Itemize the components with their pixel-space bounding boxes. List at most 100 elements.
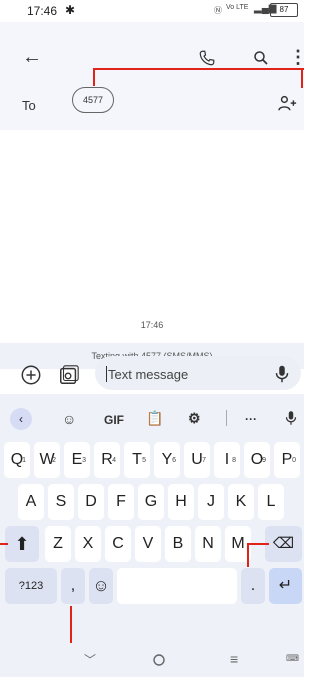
key-hint: 6 xyxy=(172,457,176,464)
backspace-key-icon[interactable]: ⌫ xyxy=(265,526,302,562)
clipboard-icon[interactable]: 📋 xyxy=(146,410,163,427)
key-label: Z xyxy=(53,535,63,552)
key-o[interactable]: O9 xyxy=(244,442,270,478)
to-label: To xyxy=(22,98,36,113)
keyboard-settings-icon[interactable]: ⚙ xyxy=(188,410,201,427)
key-label: L xyxy=(266,493,276,510)
keyboard-row-2: A S D F GH J K L xyxy=(0,484,304,520)
key-label: C xyxy=(112,535,124,552)
nav-home-icon[interactable] xyxy=(153,654,165,666)
enter-key-icon[interactable]: ↵ xyxy=(269,568,302,604)
nav-recents-icon[interactable]: ≡ xyxy=(230,651,238,667)
recipient-chip[interactable]: 4577 xyxy=(72,87,114,113)
key-k[interactable]: K xyxy=(228,484,254,520)
key-hint: 3 xyxy=(82,457,86,464)
keyboard-collapse-icon[interactable]: ‹ xyxy=(10,408,32,430)
key-e[interactable]: E3 xyxy=(64,442,90,478)
key-y[interactable]: Y6 xyxy=(154,442,180,478)
add-contact-icon[interactable] xyxy=(277,95,299,113)
message-timestamp: 17:46 xyxy=(140,320,164,330)
key-a[interactable]: A xyxy=(18,484,44,520)
key-s[interactable]: S xyxy=(48,484,74,520)
add-attachment-icon[interactable] xyxy=(20,364,42,386)
emoji-key-icon[interactable]: ☺ xyxy=(89,568,113,604)
key-label: B xyxy=(172,535,184,552)
key-x[interactable]: X xyxy=(75,526,101,562)
search-icon[interactable] xyxy=(252,49,270,67)
key-n[interactable]: N xyxy=(195,526,221,562)
navigation-bar xyxy=(0,643,304,677)
callout-line-chip xyxy=(93,68,95,86)
key-p[interactable]: P0 xyxy=(274,442,300,478)
key-q[interactable]: Q1 xyxy=(4,442,30,478)
key-g[interactable]: G xyxy=(138,484,164,520)
key-hint: 4 xyxy=(112,457,116,464)
message-placeholder: Text message xyxy=(108,367,189,382)
space-key[interactable] xyxy=(117,568,237,604)
key-hint: 0 xyxy=(292,457,296,464)
key-hint: 8 xyxy=(232,457,236,464)
key-h[interactable]: H xyxy=(168,484,194,520)
key-hint: 2 xyxy=(52,457,56,464)
keyboard-mic-icon[interactable] xyxy=(282,408,300,428)
key-v[interactable]: V xyxy=(135,526,161,562)
key-label: N xyxy=(202,535,214,552)
key-z[interactable]: Z xyxy=(45,526,71,562)
key-c[interactable]: C xyxy=(105,526,131,562)
key-label: A xyxy=(25,493,37,510)
callout-period-horizontal xyxy=(247,543,269,545)
key-t[interactable]: T5 xyxy=(124,442,150,478)
back-arrow-icon[interactable]: ← xyxy=(22,46,42,69)
key-u[interactable]: U7 xyxy=(184,442,210,478)
key-label: E xyxy=(71,451,83,468)
key-label: J xyxy=(207,493,215,510)
key-label: I xyxy=(224,451,230,468)
conversation-header xyxy=(0,22,304,130)
period-key[interactable]: . xyxy=(241,568,265,604)
nav-back-icon[interactable]: ﹀ xyxy=(84,651,96,668)
key-label: G xyxy=(144,493,158,510)
toolbar-divider xyxy=(226,410,227,426)
shift-key-icon[interactable]: ⬆ xyxy=(5,526,39,562)
callout-line-top xyxy=(94,68,304,70)
key-label: M xyxy=(231,535,245,552)
key-w[interactable]: W2 xyxy=(34,442,60,478)
key-label: R xyxy=(101,451,113,468)
key-hint: 5 xyxy=(142,457,146,464)
key-label: K xyxy=(235,493,247,510)
key-f[interactable]: F xyxy=(108,484,134,520)
more-tools-icon[interactable]: ··· xyxy=(245,412,257,426)
key-j[interactable]: J xyxy=(198,484,224,520)
key-hint: 9 xyxy=(262,457,266,464)
key-label: S xyxy=(55,493,67,510)
gallery-camera-icon[interactable] xyxy=(58,364,80,386)
key-label: V xyxy=(142,535,154,552)
voice-input-icon[interactable] xyxy=(271,363,293,385)
nfc-icon: Ⓝ xyxy=(214,6,222,15)
more-options-icon[interactable]: ⋮ xyxy=(289,47,307,68)
key-b[interactable]: B xyxy=(165,526,191,562)
key-label: F xyxy=(116,493,126,510)
battery-indicator: 87 xyxy=(270,3,298,17)
symbols-key[interactable]: ?123 xyxy=(5,568,57,604)
network-type: Vo LTE xyxy=(226,4,249,11)
nav-keyboard-switch-icon[interactable]: ⌨ xyxy=(286,653,299,664)
key-i[interactable]: I8 xyxy=(214,442,240,478)
comma-key[interactable]: , xyxy=(61,568,85,604)
key-d[interactable]: D xyxy=(78,484,104,520)
gif-button[interactable]: GIF xyxy=(104,413,124,427)
phone-call-icon[interactable] xyxy=(198,49,216,67)
settings-gear-icon: ✱ xyxy=(65,3,76,17)
key-r[interactable]: R4 xyxy=(94,442,120,478)
key-hint: 1 xyxy=(22,457,26,464)
callout-period-vertical xyxy=(247,543,249,567)
key-label: H xyxy=(175,493,187,510)
sticker-icon[interactable]: ☺ xyxy=(62,411,76,427)
callout-shift xyxy=(0,543,8,545)
key-hint: 7 xyxy=(202,457,206,464)
key-label: Y xyxy=(161,451,173,468)
key-label: D xyxy=(85,493,97,510)
key-label: T xyxy=(132,451,142,468)
callout-line-contact xyxy=(301,68,303,88)
key-l[interactable]: L xyxy=(258,484,284,520)
